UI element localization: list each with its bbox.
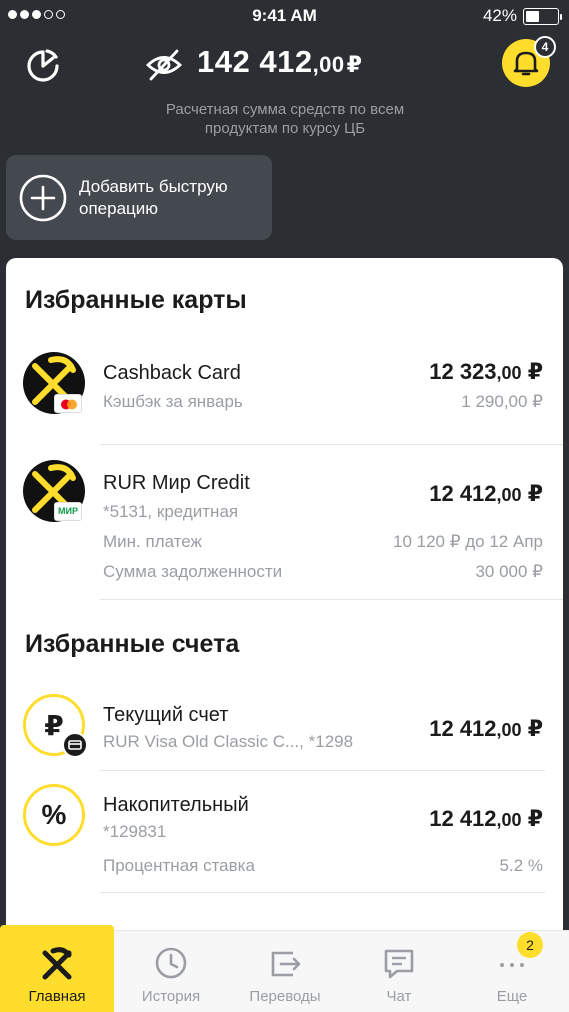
mir-icon: МИР	[54, 502, 82, 521]
battery-percentage: 42%	[482, 6, 517, 25]
card-mini-icon	[62, 732, 88, 758]
card-subtitle: Кэшбэк за январь	[103, 392, 243, 411]
card-name: RUR Мир Credit	[103, 472, 250, 494]
tab-more[interactable]: Еще	[455, 931, 569, 1012]
tab-label: Главная	[28, 988, 86, 1005]
tab-label: Чат	[386, 988, 412, 1005]
account-amount-currency: ₽	[527, 716, 543, 741]
balance-main: 142 412	[197, 44, 313, 79]
card-name: Cashback Card	[103, 362, 241, 384]
account-name: Текущий счет	[103, 704, 229, 726]
raiffeisen-logo-icon	[42, 947, 72, 980]
card-amount-main: 12 323	[429, 359, 497, 384]
divider	[100, 770, 545, 771]
card-amount-main: 12 412	[429, 481, 497, 506]
account-name: Накопительный	[103, 794, 249, 816]
account-amount-kopecks: ,00	[496, 720, 522, 740]
account-amount-main: 12 412	[429, 806, 497, 831]
percent-account-icon: %	[23, 784, 85, 846]
account-subtitle: RUR Visa Old Classic C..., *1298	[103, 732, 354, 751]
card-amount: 12 323,00 ₽	[429, 359, 543, 385]
clock-icon	[155, 947, 187, 979]
plus-circle-icon	[19, 174, 67, 222]
tab-chat[interactable]: Чат	[342, 931, 456, 1012]
quick-operation-label: Добавить быструю операцию	[79, 177, 228, 218]
cashback-amount: 1 290,00 ₽	[461, 392, 543, 411]
eye-off-icon[interactable]	[145, 48, 183, 82]
card-row-cashback[interactable]: Cashback Card Кэшбэк за январь 12 323,00…	[6, 346, 563, 444]
card-amount-currency: ₽	[527, 359, 543, 384]
account-subtitle: *129831	[103, 822, 167, 841]
percent-icon: %	[41, 799, 67, 830]
account-amount-kopecks: ,00	[496, 810, 522, 830]
card-subtitle: *5131, кредитная	[103, 502, 239, 521]
card-amount-kopecks: ,00	[496, 363, 522, 383]
balance-header: 142 412,00₽ 4 Расчетная сумма средств по…	[0, 32, 569, 142]
add-quick-operation-button[interactable]: Добавить быструю операцию	[6, 155, 272, 240]
divider	[100, 444, 563, 445]
card-amount-kopecks: ,00	[496, 485, 522, 505]
balance-kopecks: ,00	[312, 52, 345, 77]
account-amount-currency: ₽	[527, 806, 543, 831]
card-amount-currency: ₽	[527, 481, 543, 506]
card-row-mir-credit[interactable]: МИР RUR Мир Credit *5131, кредитная 12 4…	[6, 456, 563, 600]
chat-icon	[384, 949, 414, 979]
card-amount: 12 412,00 ₽	[429, 481, 543, 507]
tab-transfers[interactable]: Переводы	[228, 931, 342, 1012]
tab-label: Еще	[496, 988, 528, 1005]
divider	[100, 892, 545, 893]
divider	[100, 599, 563, 600]
favorites-panel: Избранные карты Cashback Card Кэшбэк за …	[6, 258, 563, 958]
tab-history[interactable]: История	[114, 931, 228, 1012]
min-payment-label: Мин. платеж	[103, 532, 202, 551]
account-amount: 12 412,00 ₽	[429, 716, 543, 742]
balance-currency: ₽	[346, 52, 363, 77]
account-amount: 12 412,00 ₽	[429, 806, 543, 832]
more-badge: 2	[517, 932, 543, 958]
favorite-accounts-title: Избранные счета	[25, 630, 240, 658]
favorite-cards-title: Избранные карты	[25, 286, 247, 314]
tab-bar: Главная История Переводы Чат Еще	[0, 925, 569, 1012]
notifications-badge: 4	[534, 36, 556, 58]
tab-home[interactable]: Главная	[0, 925, 114, 1012]
account-row-savings[interactable]: % Накопительный *129831 12 412,00 ₽ Проц…	[6, 780, 563, 892]
tab-label: Переводы	[249, 988, 321, 1005]
pie-chart-icon[interactable]	[23, 46, 63, 86]
rate-label: Процентная ставка	[103, 856, 255, 875]
debt-label: Сумма задолженности	[103, 562, 283, 581]
balance-note: Расчетная сумма средств по всем продукта…	[165, 101, 405, 137]
rate-value: 5.2 %	[499, 856, 543, 875]
debt-value: 30 000 ₽	[475, 562, 543, 581]
battery-icon	[523, 8, 562, 25]
mastercard-icon	[54, 394, 82, 413]
status-bar: 9:41 AM 42%	[0, 0, 569, 32]
account-amount-main: 12 412	[429, 716, 497, 741]
transfer-icon	[271, 951, 301, 977]
min-payment-value: 10 120 ₽ до 12 Апр	[393, 532, 543, 551]
account-row-current[interactable]: ₽ Текущий счет RUR Visa Old Classic C...…	[6, 690, 563, 770]
total-balance: 142 412,00₽	[197, 44, 362, 80]
tab-label: История	[141, 988, 201, 1005]
